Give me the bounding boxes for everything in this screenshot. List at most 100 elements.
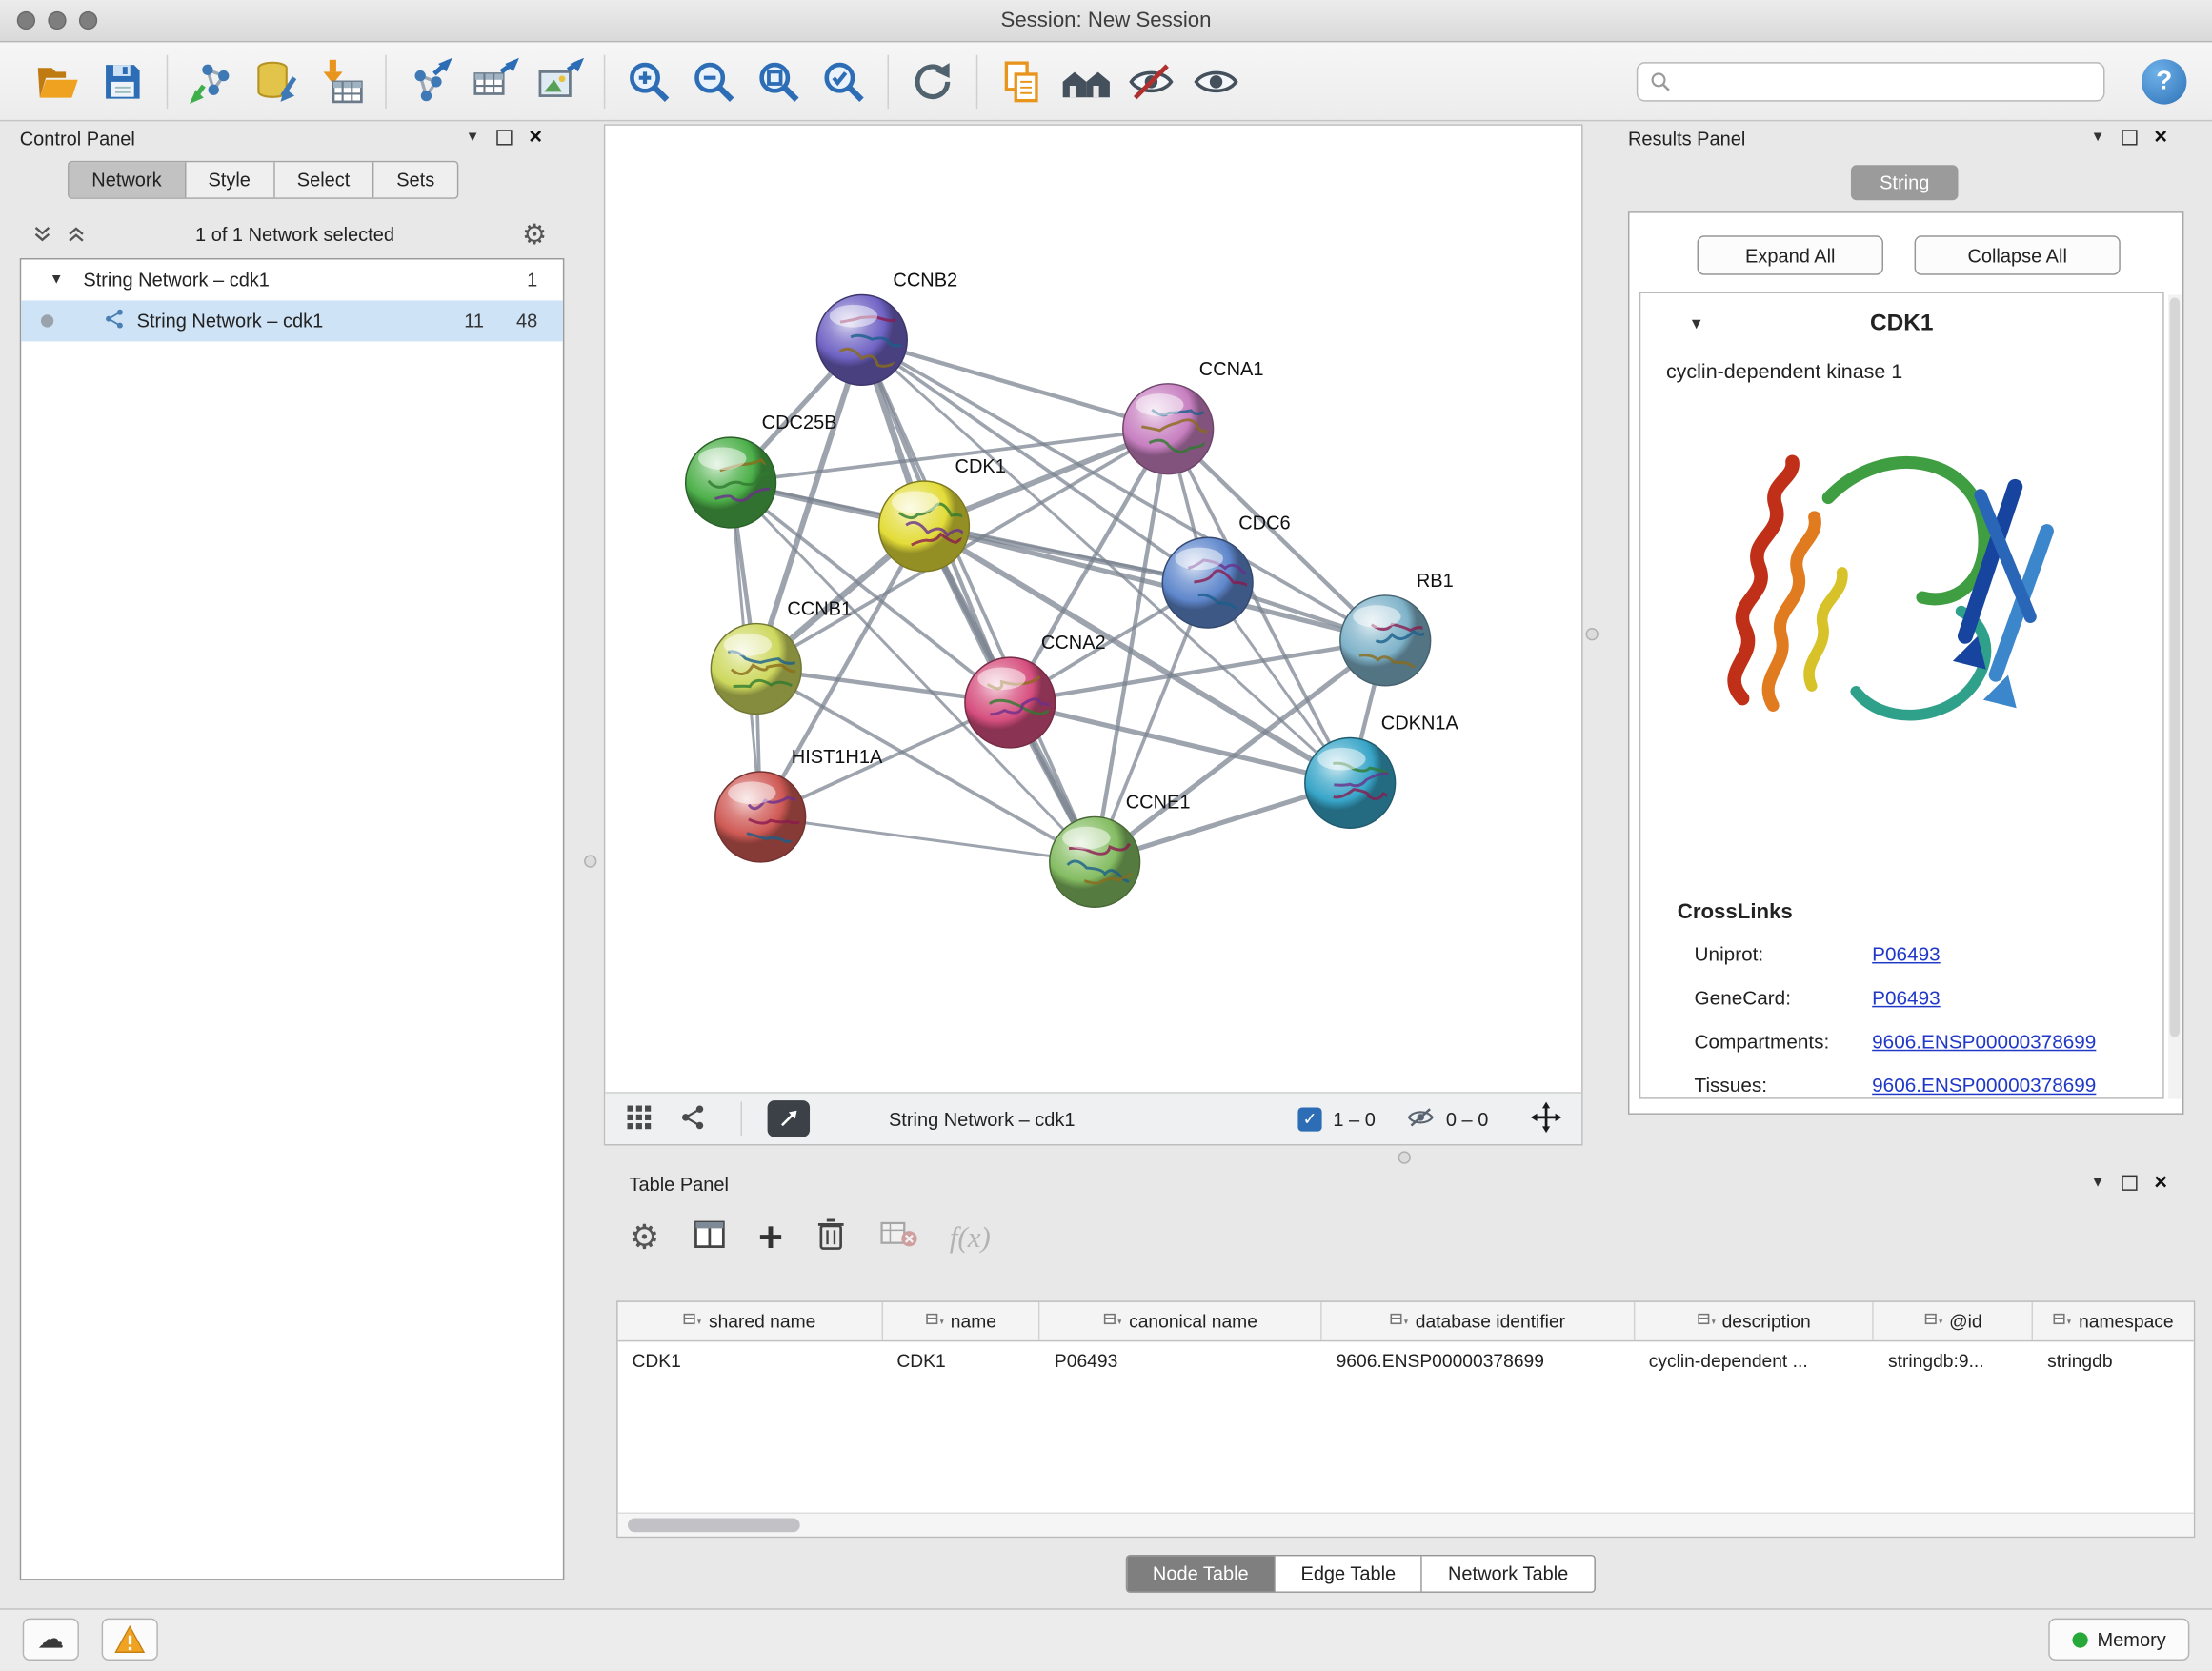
panel-maximize-icon[interactable] xyxy=(496,130,512,145)
network-node-rb1[interactable]: RB1 xyxy=(1340,571,1454,686)
crosslinks-heading: CrossLinks xyxy=(1678,900,1793,924)
sort-column-icon xyxy=(1103,1312,1121,1330)
panel-float-caret-icon[interactable]: ▼ xyxy=(466,130,480,145)
crosslink-tissues-link[interactable]: 9606.ENSP00000378699 xyxy=(1872,1074,2096,1097)
pan-crosshair-icon[interactable] xyxy=(1531,1101,1562,1137)
network-edge[interactable] xyxy=(862,340,1168,429)
save-session-icon[interactable] xyxy=(90,49,155,113)
zoom-fit-icon[interactable] xyxy=(746,49,811,113)
tab-edge-table[interactable]: Edge Table xyxy=(1276,1556,1422,1591)
hide-selected-eye-icon[interactable] xyxy=(1118,49,1183,113)
network-node-cdkn1a[interactable]: CDKN1A xyxy=(1305,714,1459,829)
import-network-icon[interactable] xyxy=(179,49,244,113)
show-columns-icon[interactable] xyxy=(691,1217,728,1260)
refresh-view-icon[interactable] xyxy=(900,49,965,113)
memory-button[interactable]: Memory xyxy=(2048,1619,2189,1661)
network-edge[interactable] xyxy=(760,816,1095,861)
column-header-name[interactable]: name xyxy=(883,1302,1041,1340)
help-icon[interactable]: ? xyxy=(2142,59,2186,104)
tab-style[interactable]: Style xyxy=(186,162,274,197)
zoom-out-icon[interactable] xyxy=(681,49,746,113)
network-node-ccna1[interactable]: CCNA1 xyxy=(1123,359,1264,474)
crosslink-row: Compartments: 9606.ENSP00000378699 xyxy=(1640,1030,2162,1067)
table-row[interactable]: CDK1 CDK1 P06493 9606.ENSP00000378699 cy… xyxy=(618,1341,2194,1379)
tab-select[interactable]: Select xyxy=(274,162,373,197)
panel-float-caret-icon[interactable]: ▼ xyxy=(2091,130,2105,145)
crosslink-label: Compartments: xyxy=(1695,1030,1830,1053)
import-network-from-database-icon[interactable] xyxy=(244,49,309,113)
network-node-ccnb2[interactable]: CCNB2 xyxy=(816,271,957,386)
sort-column-icon xyxy=(2053,1312,2071,1330)
cloud-status-button[interactable]: ☁ xyxy=(23,1619,79,1661)
node-label: CDC6 xyxy=(1238,513,1290,534)
tab-node-table[interactable]: Node Table xyxy=(1127,1556,1276,1591)
panel-maximize-icon[interactable] xyxy=(2122,1176,2137,1191)
search-input[interactable] xyxy=(1672,71,2103,92)
birds-eye-view-icon[interactable] xyxy=(768,1100,810,1137)
network-row[interactable]: String Network – cdk1 11 48 xyxy=(21,300,563,341)
network-view-toolbar: String Network – cdk1 ✓ 1 – 0 0 – 0 xyxy=(605,1092,1581,1144)
export-table-icon[interactable] xyxy=(463,49,528,113)
network-canvas[interactable]: CCNB2CCNA1CDC25BCDK1CDC6RB1CCNB1CCNA2CDK… xyxy=(605,126,1581,1092)
export-image-icon[interactable] xyxy=(528,49,593,113)
crosslink-compartments-link[interactable]: 9606.ENSP00000378699 xyxy=(1872,1030,2096,1053)
string-results-tab[interactable]: String xyxy=(1851,165,1959,200)
zoom-in-icon[interactable] xyxy=(616,49,681,113)
results-scrollbar[interactable] xyxy=(2168,295,2181,1099)
zoom-selected-icon[interactable] xyxy=(812,49,876,113)
collapse-all-button[interactable]: Collapse All xyxy=(1915,235,2121,274)
column-header-canonical-name[interactable]: canonical name xyxy=(1040,1302,1322,1340)
panel-close-icon[interactable]: × xyxy=(2154,130,2167,145)
panel-close-icon[interactable]: × xyxy=(529,130,542,145)
column-header-namespace[interactable]: namespace xyxy=(2033,1302,2194,1340)
panel-close-icon[interactable]: × xyxy=(2154,1176,2167,1191)
network-collection-row[interactable]: ▼ String Network – cdk1 1 xyxy=(21,259,563,300)
network-node-ccnb1[interactable]: CCNB1 xyxy=(711,599,852,715)
network-options-gear-icon[interactable]: ⚙ xyxy=(522,217,548,252)
table-options-gear-icon[interactable]: ⚙ xyxy=(629,1218,659,1258)
function-builder-icon: f(x) xyxy=(950,1220,991,1256)
hidden-count-badge: 0 – 0 xyxy=(1446,1108,1488,1129)
toolbar-separator xyxy=(887,54,888,108)
expand-all-button[interactable]: Expand All xyxy=(1698,235,1883,274)
column-header-id[interactable]: @id xyxy=(1874,1302,2033,1340)
panel-float-caret-icon[interactable]: ▼ xyxy=(2091,1176,2105,1191)
selected-items-checkbox-icon[interactable]: ✓ xyxy=(1297,1107,1321,1131)
network-share-view-icon[interactable] xyxy=(678,1102,707,1135)
add-column-plus-icon[interactable]: + xyxy=(758,1224,783,1253)
grid-view-icon[interactable] xyxy=(625,1102,654,1135)
table-panel-title: Table Panel xyxy=(629,1174,728,1195)
column-header-database-identifier[interactable]: database identifier xyxy=(1322,1302,1635,1340)
warnings-button[interactable] xyxy=(102,1619,158,1661)
tab-sets[interactable]: Sets xyxy=(374,162,457,197)
crosslink-row: GeneCard: P06493 xyxy=(1640,986,2162,1023)
table-header-row: shared name name canonical name database… xyxy=(618,1302,2194,1341)
home-first-neighbors-icon[interactable] xyxy=(1054,49,1118,113)
column-header-description[interactable]: description xyxy=(1635,1302,1874,1340)
network-node-cdc25b[interactable]: CDC25B xyxy=(686,413,837,528)
network-edge[interactable] xyxy=(862,340,1095,862)
table-horizontal-scrollbar[interactable] xyxy=(618,1513,2194,1537)
tab-network[interactable]: Network xyxy=(70,162,186,197)
splitter-handle[interactable] xyxy=(584,855,596,867)
collection-expand-caret-icon[interactable]: ▼ xyxy=(50,272,64,288)
panel-maximize-icon[interactable] xyxy=(2122,130,2137,145)
show-all-eye-icon[interactable] xyxy=(1183,49,1248,113)
splitter-handle[interactable] xyxy=(1586,628,1599,640)
network-edge[interactable] xyxy=(1010,702,1350,782)
export-network-icon[interactable] xyxy=(398,49,463,113)
open-session-icon[interactable] xyxy=(26,49,90,113)
network-node-hist1h1a[interactable]: HIST1H1A xyxy=(715,747,883,862)
cell-canonical-name: P06493 xyxy=(1040,1350,1322,1371)
cell-database-identifier: 9606.ENSP00000378699 xyxy=(1322,1350,1635,1371)
delete-column-trash-icon[interactable] xyxy=(814,1217,849,1260)
crosslink-genecard-link[interactable]: P06493 xyxy=(1872,986,1940,1009)
node-label: CCNB1 xyxy=(787,599,852,620)
column-header-shared-name[interactable]: shared name xyxy=(618,1302,883,1340)
import-table-icon[interactable] xyxy=(309,49,373,113)
crosslink-uniprot-link[interactable]: P06493 xyxy=(1872,942,1940,965)
tab-network-table[interactable]: Network Table xyxy=(1422,1556,1594,1591)
network-node-cdk1[interactable]: CDK1 xyxy=(879,456,1006,572)
clone-network-icon[interactable] xyxy=(989,49,1054,113)
splitter-handle[interactable] xyxy=(1398,1151,1411,1163)
